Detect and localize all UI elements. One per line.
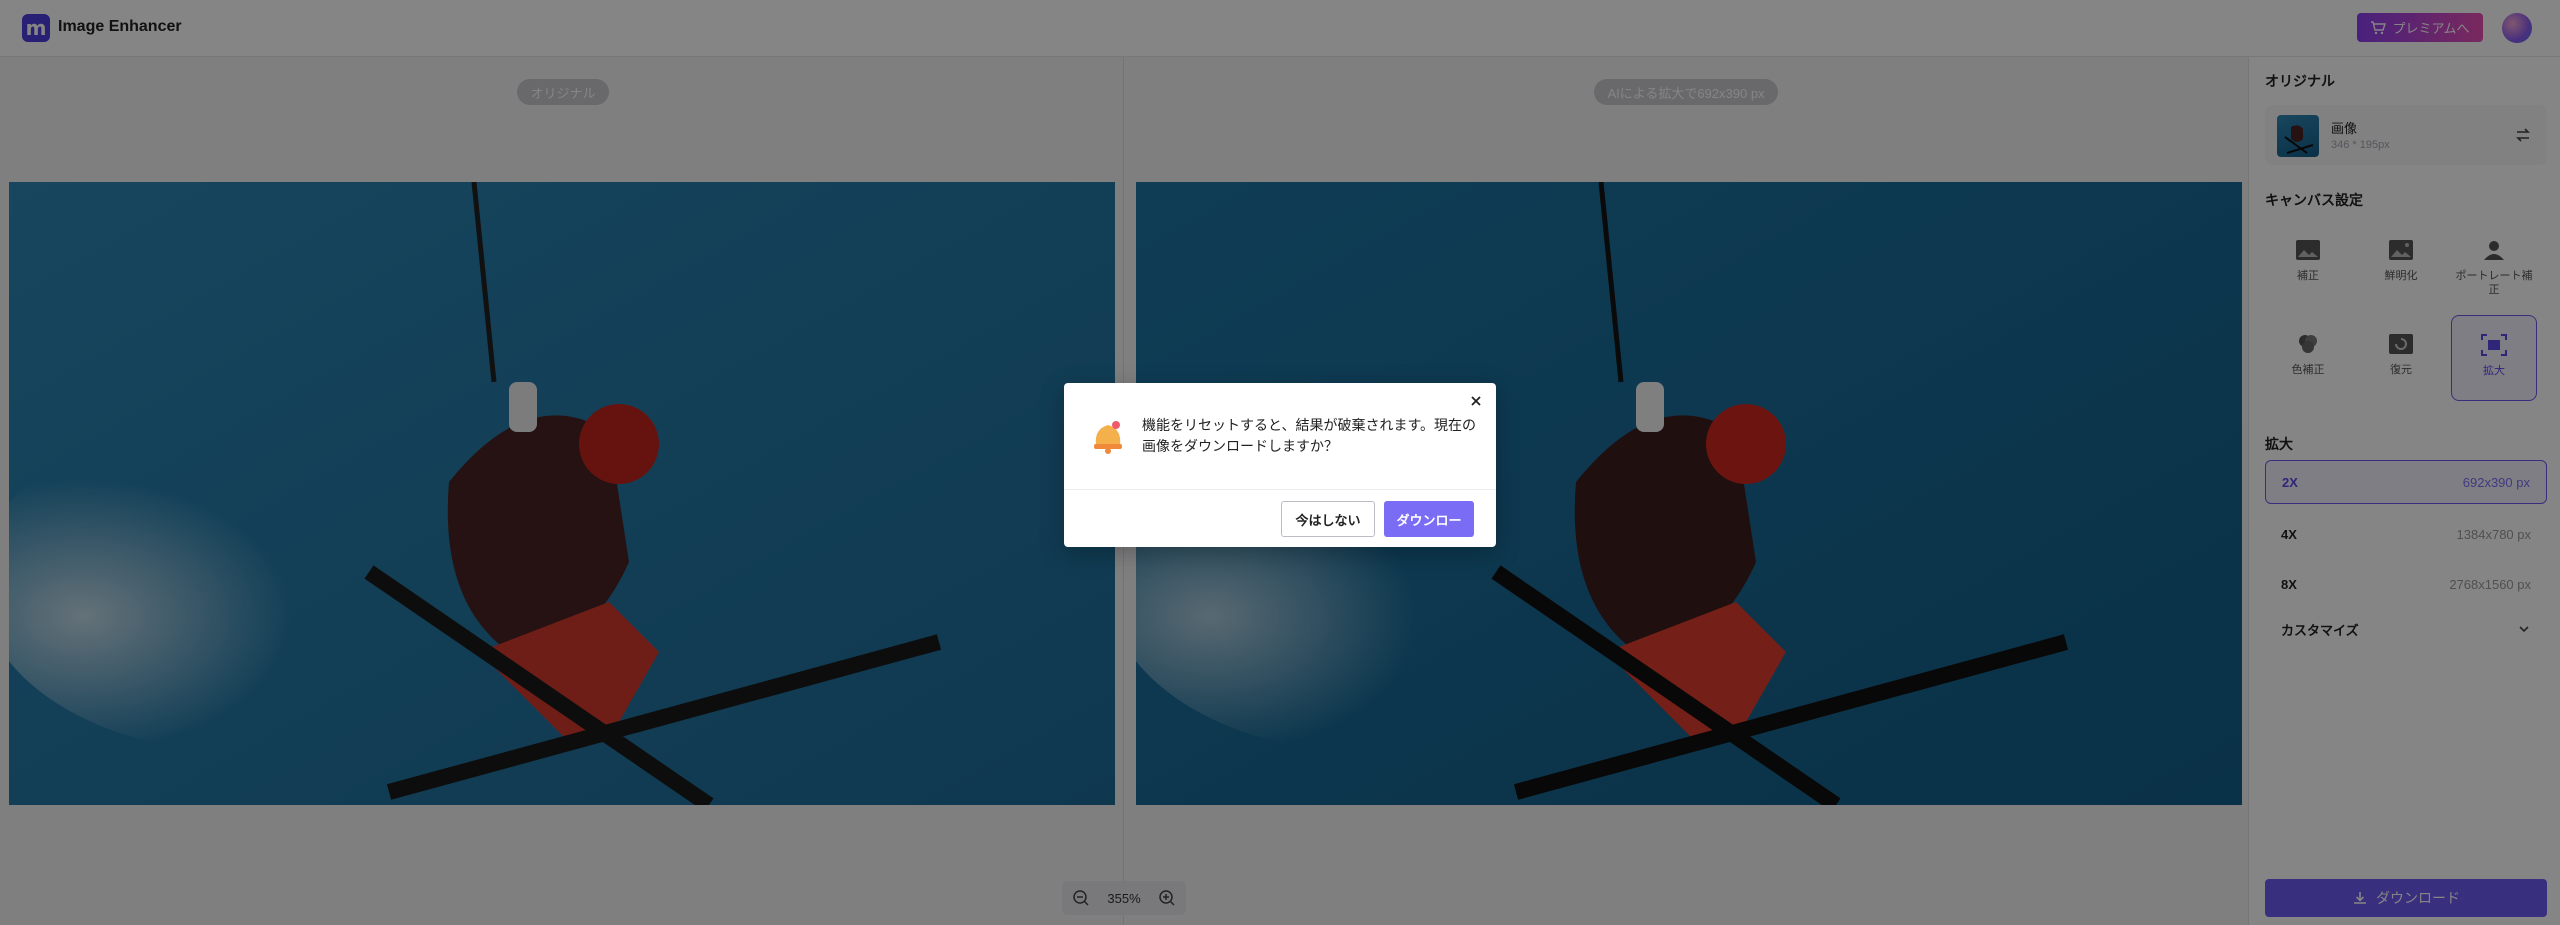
close-icon[interactable]: [1468, 393, 1484, 409]
dialog-separator: [1064, 489, 1496, 490]
dialog-message: 機能をリセットすると、結果が破棄されます。現在の画像をダウンロードしますか？: [1142, 417, 1477, 454]
bell-icon: [1094, 421, 1122, 454]
reset-confirm-dialog: 機能をリセットすると、結果が破棄されます。現在の画像をダウンロードしますか？ 今…: [1064, 383, 1496, 547]
not-now-button[interactable]: 今はしない: [1281, 501, 1375, 537]
dialog-download-button[interactable]: ダウンロー: [1384, 501, 1474, 537]
